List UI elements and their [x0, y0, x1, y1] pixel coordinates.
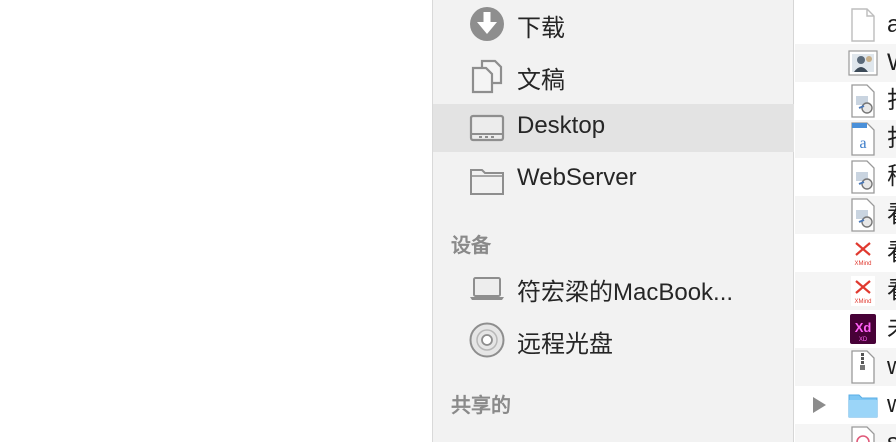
zip-archive-icon — [851, 350, 875, 384]
svg-text:XD: XD — [859, 337, 868, 343]
section-title-devices: 设备 — [451, 235, 491, 257]
list-item[interactable]: Xd XD 未 — [795, 310, 896, 348]
partial-file-icon — [851, 426, 875, 442]
sidebar-item-label: WebServer — [517, 164, 637, 191]
file-name: 看 — [887, 234, 896, 272]
xmind-file-icon: XMind — [851, 276, 875, 306]
list-item[interactable]: a 打 — [795, 120, 896, 158]
svg-text:a: a — [859, 135, 866, 152]
sidebar-item-label: 符宏梁的MacBook... — [517, 279, 734, 306]
preview-document-icon — [851, 160, 875, 194]
file-name: 看 — [887, 196, 896, 234]
file-name: w — [887, 353, 896, 380]
sidebar-item-label: 文稿 — [517, 67, 565, 94]
file-name: 打 — [887, 82, 896, 120]
file-name: w — [887, 391, 896, 418]
file-list: a W 打 a 打 — [795, 0, 896, 442]
xmind-file-icon: XMind — [851, 238, 875, 268]
blank-document-icon — [851, 8, 875, 42]
list-item[interactable]: XMind 看 — [795, 272, 896, 310]
desktop-icon — [469, 110, 505, 146]
list-item[interactable]: a — [795, 6, 896, 44]
file-name: 未 — [887, 310, 896, 348]
documents-icon — [469, 58, 505, 94]
sidebar-item-label: Desktop — [517, 112, 606, 139]
file-name: 看 — [887, 272, 896, 310]
list-item[interactable]: s — [795, 424, 896, 442]
list-item[interactable]: 稻 — [795, 158, 896, 196]
disc-icon — [469, 322, 505, 358]
sidebar-item-documents[interactable]: 文稿 — [433, 52, 794, 100]
list-item[interactable]: w — [795, 348, 896, 386]
sidebar-item-label: 远程光盘 — [517, 331, 613, 358]
download-icon — [469, 6, 505, 42]
sidebar-item-webserver[interactable]: WebServer — [433, 156, 794, 204]
svg-text:Xd: Xd — [855, 320, 872, 335]
blue-folder-icon — [848, 394, 878, 418]
file-name: 打 — [887, 120, 896, 158]
sidebar-item-label: 下载 — [517, 15, 565, 42]
sidebar-item-remote-disc[interactable]: 远程光盘 — [433, 316, 794, 364]
list-item[interactable]: XMind 看 — [795, 234, 896, 272]
disclosure-triangle-icon[interactable] — [813, 397, 826, 413]
laptop-icon — [469, 270, 505, 306]
file-name: a — [887, 11, 896, 38]
adobe-xd-file-icon: Xd XD — [850, 314, 876, 344]
finder-sidebar: 下载 文稿 Desktop WebServer 设备 符宏梁的MacBook..… — [432, 0, 794, 442]
list-item[interactable]: 看 — [795, 196, 896, 234]
sidebar-item-macbook[interactable]: 符宏梁的MacBook... — [433, 264, 794, 312]
file-name: W — [887, 44, 896, 82]
list-item[interactable]: 打 — [795, 82, 896, 120]
file-name: s — [887, 424, 896, 442]
preview-document-icon — [851, 84, 875, 118]
window-background — [0, 0, 432, 442]
text-document-icon: a — [851, 122, 875, 156]
svg-text:XMind: XMind — [854, 261, 871, 267]
folder-icon — [469, 162, 505, 198]
section-title-shared: 共享的 — [451, 395, 511, 417]
sidebar-item-downloads[interactable]: 下载 — [433, 0, 794, 48]
image-file-icon — [848, 50, 878, 76]
svg-text:XMind: XMind — [854, 299, 871, 305]
list-item[interactable]: W — [795, 44, 896, 82]
preview-document-icon — [851, 198, 875, 232]
list-item[interactable]: w — [795, 386, 896, 424]
sidebar-item-desktop[interactable]: Desktop — [433, 104, 794, 152]
file-name: 稻 — [887, 158, 896, 196]
